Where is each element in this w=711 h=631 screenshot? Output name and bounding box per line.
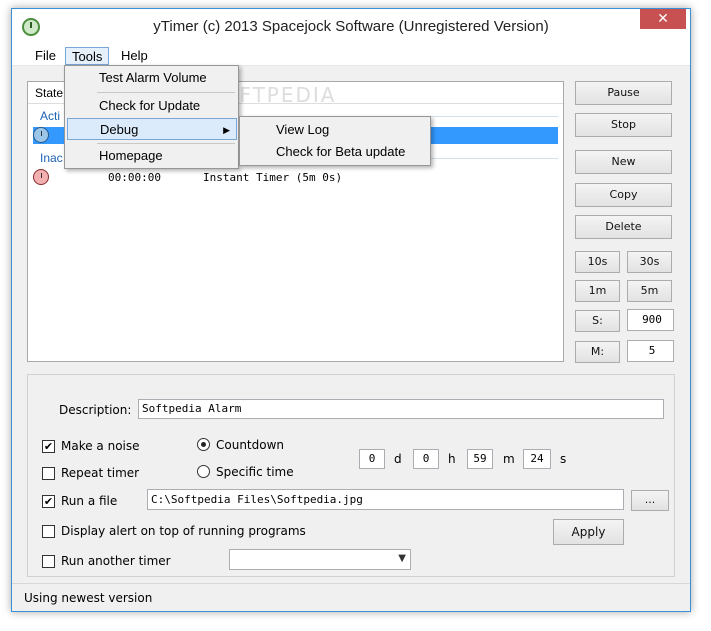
ytimer-window: yTimer (c) 2013 Spacejock Software (Unre… (11, 8, 691, 612)
menu-item-view-log[interactable]: View Log (242, 119, 428, 141)
menu-separator (97, 143, 235, 144)
minutes-unit: m (503, 452, 515, 466)
browse-button[interactable]: ... (631, 490, 669, 511)
minutes-field[interactable]: 59 (467, 449, 493, 469)
menu-separator (97, 92, 235, 93)
close-button[interactable]: ✕ (640, 9, 686, 29)
submenu-arrow-icon: ▶ (223, 125, 230, 135)
menu-tools[interactable]: Tools (65, 47, 110, 65)
display-alert-checkbox[interactable] (42, 525, 55, 538)
inactive-group-label: Inac (40, 151, 63, 165)
chevron-down-icon: ▼ (398, 553, 406, 564)
menu-item-debug-label: Debug (100, 122, 139, 137)
status-bar: Using newest version (12, 583, 690, 611)
alarm-clock-icon (33, 127, 49, 143)
specific-time-label: Specific time (216, 465, 294, 479)
make-noise-label: Make a noise (61, 439, 140, 453)
seconds-field[interactable]: 24 (523, 449, 551, 469)
menu-item-check-for-update[interactable]: Check for Update (67, 95, 237, 117)
new-button[interactable]: New (575, 150, 672, 174)
specific-time-radio[interactable] (197, 465, 210, 478)
description-input[interactable]: Softpedia Alarm (138, 399, 664, 419)
menu-item-debug[interactable]: Debug ▶ (67, 118, 237, 140)
menu-item-homepage[interactable]: Homepage (67, 145, 237, 167)
debug-submenu: View Log Check for Beta update (239, 116, 431, 166)
copy-button[interactable]: Copy (575, 183, 672, 207)
days-field[interactable]: 0 (359, 449, 385, 469)
add-minutes-button[interactable]: M: (575, 341, 620, 363)
add-seconds-button[interactable]: S: (575, 310, 620, 332)
add-5m-button[interactable]: 5m (627, 280, 672, 302)
display-alert-label: Display alert on top of running programs (61, 524, 306, 538)
timer-settings-panel: Description: Softpedia Alarm ✔ Make a no… (27, 374, 675, 577)
days-unit: d (394, 452, 402, 466)
menu-item-test-alarm-volume[interactable]: Test Alarm Volume (67, 67, 237, 89)
menu-bar: File Tools Help (12, 45, 690, 66)
minutes-amount-field[interactable]: 5 (627, 340, 674, 362)
run-another-timer-label: Run another timer (61, 554, 171, 568)
status-text: Using newest version (24, 591, 153, 605)
table-row-inactive[interactable]: 00:00:00 Instant Timer (5m 0s) (33, 169, 558, 186)
delete-button[interactable]: Delete (575, 215, 672, 239)
window-title: yTimer (c) 2013 Spacejock Software (Unre… (153, 18, 549, 35)
run-file-label: Run a file (61, 494, 118, 508)
column-state[interactable]: State (35, 86, 63, 100)
menu-file[interactable]: File (29, 47, 62, 65)
alarm-clock-icon (33, 169, 49, 185)
hours-unit: h (448, 452, 456, 466)
repeat-timer-label: Repeat timer (61, 466, 140, 480)
title-bar[interactable]: yTimer (c) 2013 Spacejock Software (Unre… (12, 9, 690, 47)
file-path-input[interactable]: C:\Softpedia Files\Softpedia.jpg (147, 489, 624, 510)
menu-item-check-beta-update[interactable]: Check for Beta update (242, 141, 428, 163)
menu-help[interactable]: Help (115, 47, 154, 65)
pause-button[interactable]: Pause (575, 81, 672, 105)
repeat-timer-checkbox[interactable] (42, 467, 55, 480)
apply-button[interactable]: Apply (553, 519, 624, 545)
seconds-amount-field[interactable]: 900 (627, 309, 674, 331)
hours-field[interactable]: 0 (413, 449, 439, 469)
make-noise-checkbox[interactable]: ✔ (42, 440, 55, 453)
seconds-unit: s (560, 452, 567, 466)
active-group-label: Acti (40, 109, 61, 123)
timer-name: Instant Timer (5m 0s) (203, 171, 343, 184)
run-another-timer-checkbox[interactable] (42, 555, 55, 568)
countdown-radio[interactable] (197, 438, 210, 451)
add-10s-button[interactable]: 10s (575, 251, 620, 273)
description-label: Description: (59, 403, 132, 417)
timer-time: 00:00:00 (108, 171, 161, 184)
tools-menu-dropdown: Test Alarm Volume Check for Update Debug… (64, 65, 239, 169)
countdown-label: Countdown (216, 438, 285, 452)
add-1m-button[interactable]: 1m (575, 280, 620, 302)
stop-button[interactable]: Stop (575, 113, 672, 137)
add-30s-button[interactable]: 30s (627, 251, 672, 273)
run-file-checkbox[interactable]: ✔ (42, 495, 55, 508)
run-another-timer-select[interactable]: ▼ (229, 549, 411, 570)
